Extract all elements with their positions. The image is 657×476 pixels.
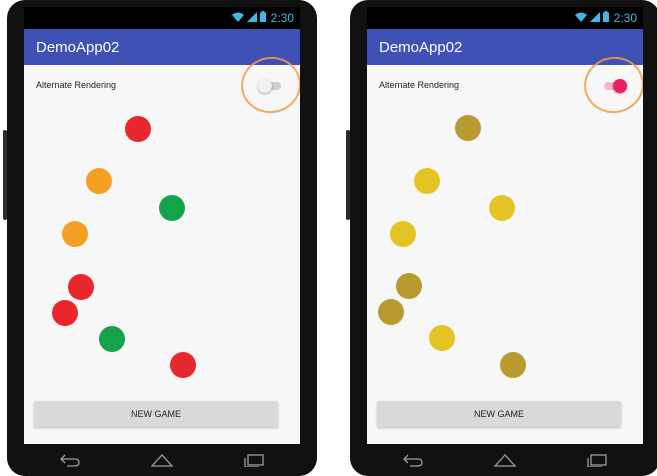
content-area: Alternate Rendering NEW GAME [367,52,643,444]
alternate-rendering-label: Alternate Rendering [36,80,117,90]
phone-left: 2:30 DemoApp02 Alternate Rendering NEW G… [3,0,317,476]
game-ball[interactable] [390,221,416,247]
switch-thumb [613,79,627,93]
game-ball[interactable] [86,168,112,194]
new-game-button[interactable]: NEW GAME [377,401,621,427]
screen-right: 2:30 DemoApp02 Alternate Rendering NEW G… [367,7,643,444]
battery-icon [602,11,609,25]
stage: 2:30 DemoApp02 Alternate Rendering NEW G… [0,0,657,476]
back-icon[interactable] [401,452,425,468]
alternate-rendering-switch[interactable] [258,79,284,93]
game-ball[interactable] [455,115,481,141]
battery-icon [259,11,266,25]
signal-icon [589,11,600,25]
status-bar: 2:30 [367,7,643,29]
wifi-icon [231,12,244,25]
recents-icon[interactable] [242,452,266,468]
wifi-icon [574,12,587,25]
new-game-button[interactable]: NEW GAME [34,401,278,427]
side-button [3,130,7,220]
game-ball[interactable] [414,168,440,194]
app-title: DemoApp02 [379,38,463,56]
game-ball[interactable] [378,299,404,325]
game-ball[interactable] [52,300,78,326]
signal-icon [246,11,257,25]
game-ball[interactable] [125,116,151,142]
game-ball[interactable] [500,352,526,378]
game-ball[interactable] [99,326,125,352]
back-icon[interactable] [58,452,82,468]
nav-bar [24,444,300,476]
home-icon[interactable] [493,452,517,468]
alternate-rendering-switch[interactable] [601,79,627,93]
status-time: 2:30 [613,11,637,25]
game-ball[interactable] [62,221,88,247]
switch-thumb [258,79,272,93]
recents-icon[interactable] [585,452,609,468]
phone-right: 2:30 DemoApp02 Alternate Rendering NEW G… [346,0,657,476]
game-ball[interactable] [159,195,185,221]
status-time: 2:30 [270,11,294,25]
screen-left: 2:30 DemoApp02 Alternate Rendering NEW G… [24,7,300,444]
game-ball[interactable] [170,352,196,378]
alternate-rendering-label: Alternate Rendering [379,80,460,90]
game-ball[interactable] [489,195,515,221]
game-ball[interactable] [396,273,422,299]
game-ball[interactable] [429,325,455,351]
content-area: Alternate Rendering NEW GAME [24,52,300,444]
nav-bar [367,444,643,476]
status-bar: 2:30 [24,7,300,29]
side-button [346,130,350,220]
app-title: DemoApp02 [36,38,120,56]
home-icon[interactable] [150,452,174,468]
game-ball[interactable] [68,274,94,300]
